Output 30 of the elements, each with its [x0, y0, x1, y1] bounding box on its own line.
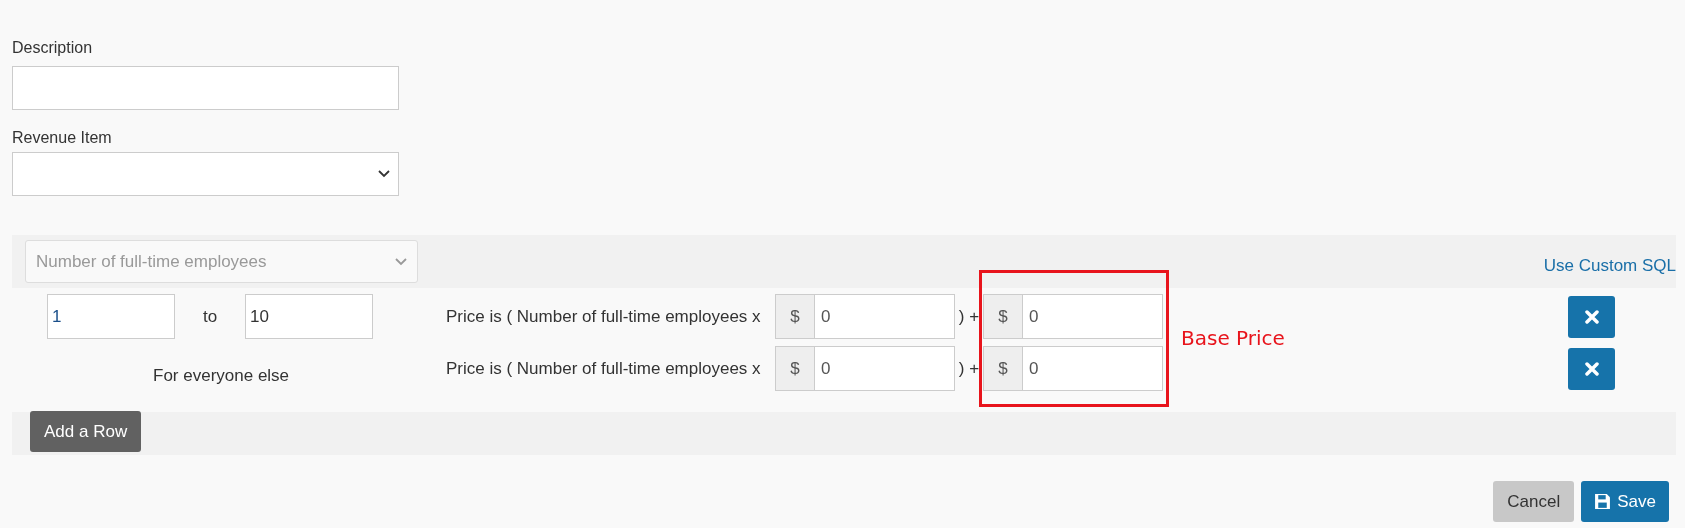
else-label: For everyone else [152, 364, 290, 387]
save-button[interactable]: Save [1581, 481, 1669, 522]
price-input[interactable]: 0 [1023, 294, 1163, 339]
price-input[interactable]: 0 [815, 294, 955, 339]
field-label: Revenue Item [12, 128, 113, 148]
delete-row-button[interactable] [1568, 295, 1615, 338]
currency-addon: $ [983, 294, 1023, 339]
range-separator: to [201, 305, 219, 328]
range-from-input[interactable]: 1 [47, 294, 175, 339]
price-formula-text: Price is ( Number of full-time employees x [446, 305, 762, 328]
price-input[interactable]: 0 [1023, 346, 1163, 391]
plus-text: ) + [957, 357, 981, 380]
annotation-label: Base Price [1181, 325, 1285, 352]
delete-row-button[interactable] [1568, 347, 1615, 390]
cancel-button[interactable]: Cancel [1493, 481, 1575, 522]
plus-text: ) + [957, 305, 981, 328]
custom-sql-link[interactable]: Use Custom SQL [1543, 252, 1676, 278]
field-label: Description [12, 38, 94, 58]
description-input[interactable] [12, 66, 399, 110]
price-formula-text: Price is ( Number of full-time employees x [446, 357, 762, 380]
close-icon [1584, 309, 1599, 324]
add-row-button[interactable]: Add a Row [30, 411, 142, 452]
chevron-down-icon [395, 257, 407, 266]
currency-addon: $ [775, 294, 815, 339]
chevron-down-icon [378, 170, 390, 178]
currency-addon: $ [775, 346, 815, 391]
close-icon [1584, 361, 1599, 376]
range-to-input[interactable]: 10 [245, 294, 373, 339]
price-input[interactable]: 0 [815, 346, 955, 391]
currency-addon: $ [983, 346, 1023, 391]
